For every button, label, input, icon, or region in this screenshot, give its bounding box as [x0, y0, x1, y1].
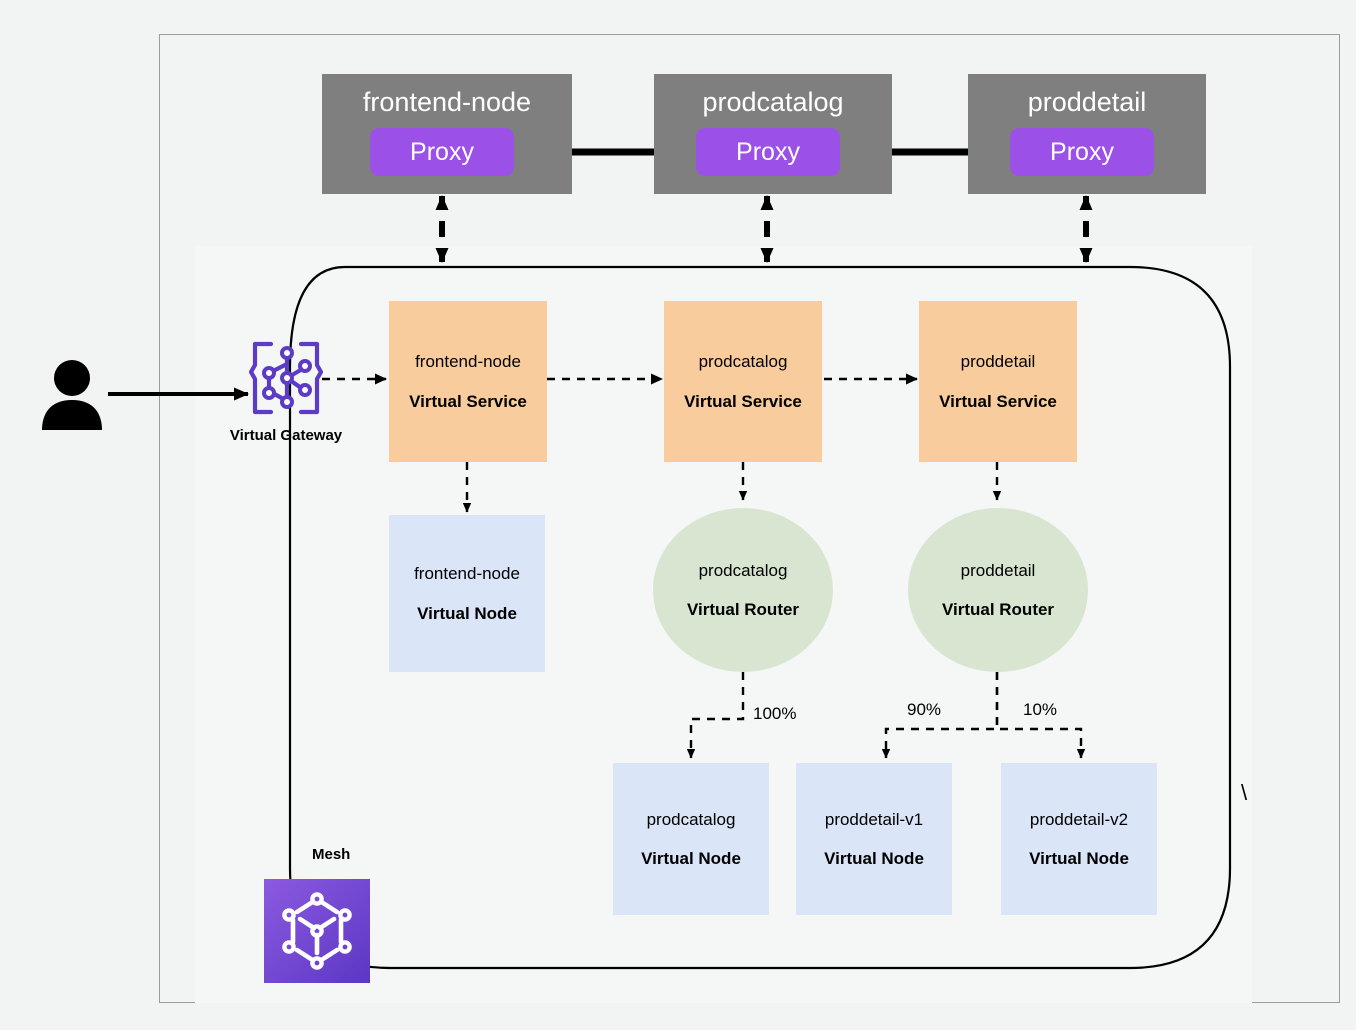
component-name: proddetail	[960, 352, 1036, 372]
proxy-proddetail[interactable]: Proxy	[1010, 128, 1154, 176]
virtual-service-proddetail[interactable]: proddetail Virtual Service	[919, 301, 1077, 462]
component-name: proddetail-v2	[1029, 809, 1129, 829]
service-title: proddetail	[1027, 87, 1147, 117]
proxy-label: Proxy	[736, 137, 800, 166]
component-name: prodcatalog	[698, 352, 788, 372]
mesh-icon[interactable]	[264, 879, 370, 983]
proxy-frontend-node[interactable]: Proxy	[370, 128, 514, 176]
weight-label-100: 100%	[751, 704, 799, 724]
component-kind: Virtual Service	[409, 391, 527, 411]
virtual-node-frontend-node[interactable]: frontend-node Virtual Node	[389, 515, 545, 672]
component-kind: Virtual Router	[941, 600, 1055, 619]
component-name: prodcatalog	[698, 560, 788, 580]
component-name: frontend-node	[414, 564, 520, 584]
virtual-service-prodcatalog[interactable]: prodcatalog Virtual Service	[664, 301, 822, 462]
virtual-node-proddetail-v1[interactable]: proddetail-v1 Virtual Node	[796, 763, 952, 915]
component-kind: Virtual Node	[824, 849, 924, 868]
virtual-router-prodcatalog[interactable]: prodcatalog Virtual Router	[653, 508, 833, 672]
proxy-prodcatalog[interactable]: Proxy	[696, 128, 840, 176]
component-kind: Virtual Service	[939, 391, 1057, 411]
service-box-frontend-node[interactable]: frontend-node Proxy	[322, 74, 572, 194]
component-kind: Virtual Node	[1029, 849, 1129, 868]
user-icon	[42, 360, 102, 430]
component-kind: Virtual Service	[684, 391, 802, 411]
component-name: proddetail-v1	[824, 809, 924, 829]
proxy-label: Proxy	[410, 137, 474, 166]
component-name: prodcatalog	[646, 809, 736, 829]
component-kind: Virtual Router	[686, 600, 800, 619]
diagram-canvas: frontend-node Proxy prodcatalog Proxy pr…	[0, 0, 1356, 1030]
component-name: frontend-node	[415, 352, 521, 372]
service-box-prodcatalog[interactable]: prodcatalog Proxy	[654, 74, 892, 194]
proxy-label: Proxy	[1050, 137, 1114, 166]
service-box-proddetail[interactable]: proddetail Proxy	[968, 74, 1206, 194]
virtual-gateway-label: Virtual Gateway	[229, 427, 343, 444]
component-kind: Virtual Node	[641, 849, 741, 868]
virtual-node-proddetail-v2[interactable]: proddetail-v2 Virtual Node	[1001, 763, 1157, 915]
mesh-label: Mesh	[312, 846, 351, 863]
component-kind: Virtual Node	[417, 603, 517, 623]
service-title: prodcatalog	[702, 87, 844, 117]
virtual-service-frontend-node[interactable]: frontend-node Virtual Service	[389, 301, 547, 462]
service-title: frontend-node	[362, 87, 532, 117]
virtual-node-prodcatalog[interactable]: prodcatalog Virtual Node	[613, 763, 769, 915]
virtual-gateway-icon[interactable]	[249, 340, 323, 416]
weight-label-10: 10%	[1021, 700, 1060, 720]
stray-backslash-glyph: \	[1241, 780, 1248, 805]
component-name: proddetail	[960, 560, 1036, 580]
weight-label-90: 90%	[905, 700, 944, 720]
virtual-router-proddetail[interactable]: proddetail Virtual Router	[908, 508, 1088, 672]
